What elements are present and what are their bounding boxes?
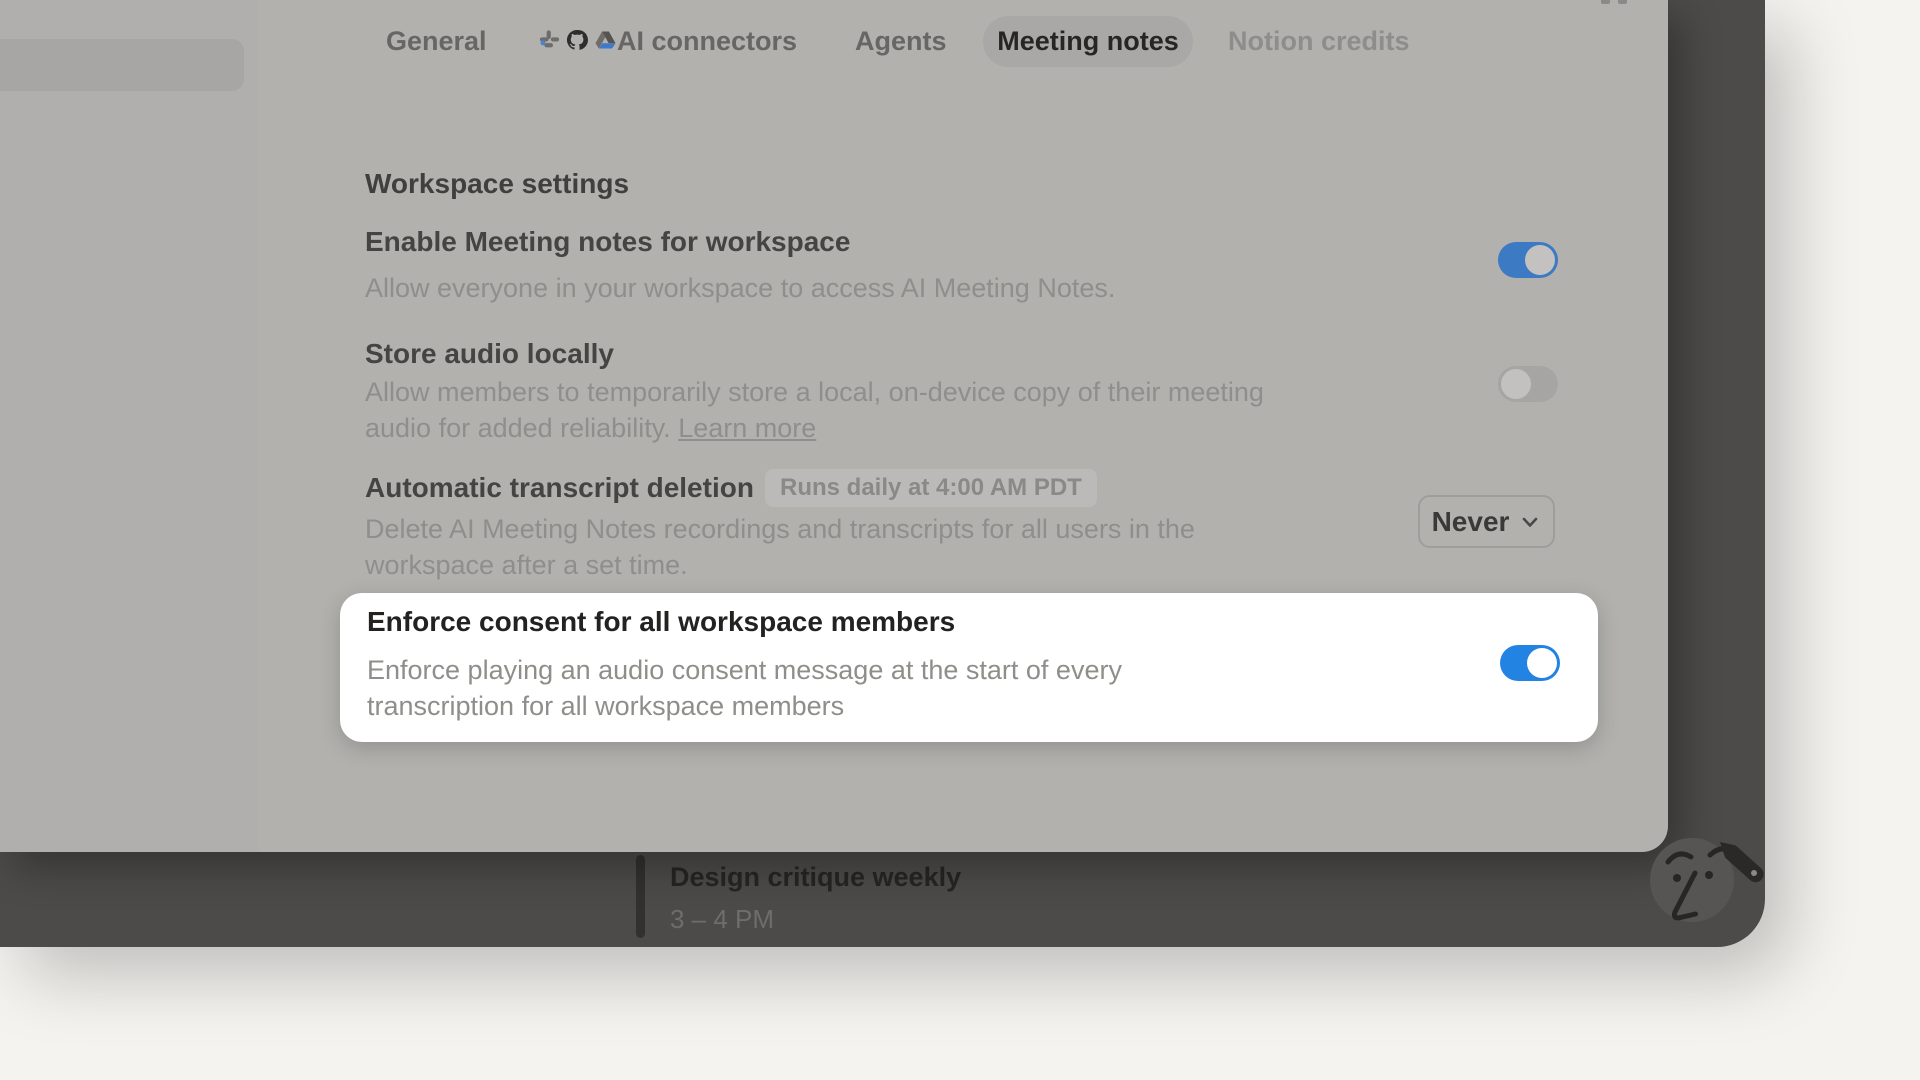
event-accent-bar xyxy=(636,855,645,938)
section-heading: Workspace settings xyxy=(365,168,629,200)
google-drive-icon xyxy=(593,28,618,52)
setting-title-enable-meeting-notes: Enable Meeting notes for workspace xyxy=(365,226,850,258)
ai-connector-icons xyxy=(538,28,618,52)
slack-icon xyxy=(538,28,561,52)
setting-title-automatic-transcript-deletion: Automatic transcript deletion xyxy=(365,472,754,504)
toggle-knob xyxy=(1501,369,1531,399)
toggle-knob xyxy=(1525,245,1555,275)
setting-desc-enforce-consent: Enforce playing an audio consent message… xyxy=(367,652,1137,724)
tab-agents[interactable]: Agents xyxy=(855,16,947,67)
event-title: Design critique weekly xyxy=(670,862,961,893)
notion-app-window: Design critique weekly 3 – 4 PM General xyxy=(0,0,1765,947)
setting-desc-automatic-transcript-deletion: Delete AI Meeting Notes recordings and t… xyxy=(365,511,1210,583)
setting-title-store-audio-locally: Store audio locally xyxy=(365,338,614,370)
clipped-top-icon xyxy=(1601,0,1631,4)
tab-meeting-notes[interactable]: Meeting notes xyxy=(983,16,1193,67)
tab-general[interactable]: General xyxy=(386,16,487,67)
toggle-enforce-consent[interactable] xyxy=(1500,645,1560,681)
toggle-store-audio-locally[interactable] xyxy=(1498,366,1558,402)
learn-more-link[interactable]: Learn more xyxy=(678,413,816,443)
dropdown-value: Never xyxy=(1432,506,1510,538)
tab-ai-connectors[interactable]: AI connectors xyxy=(617,16,797,67)
setting-desc-enable-meeting-notes: Allow everyone in your workspace to acce… xyxy=(365,270,1295,306)
face-pencil-doodle-icon xyxy=(1632,816,1792,936)
setting-title-enforce-consent: Enforce consent for all workspace member… xyxy=(367,606,955,638)
settings-dialog: General xyxy=(0,0,1668,852)
sidebar-selected-item[interactable] xyxy=(0,39,244,91)
event-time: 3 – 4 PM xyxy=(670,904,774,935)
tab-notion-credits[interactable]: Notion credits xyxy=(1228,16,1410,67)
schedule-badge: Runs daily at 4:00 AM PDT xyxy=(765,469,1097,507)
chevron-down-icon xyxy=(1519,511,1541,533)
setting-desc-store-audio-locally: Allow members to temporarily store a loc… xyxy=(365,374,1280,446)
spotlight-card-enforce-consent: Enforce consent for all workspace member… xyxy=(340,593,1598,742)
transcript-deletion-dropdown[interactable]: Never xyxy=(1418,495,1555,548)
settings-sidebar xyxy=(0,0,258,852)
toggle-knob xyxy=(1527,648,1557,678)
toggle-enable-meeting-notes[interactable] xyxy=(1498,242,1558,278)
github-icon xyxy=(565,28,589,52)
desktop-background: Design critique weekly 3 – 4 PM General xyxy=(0,0,1920,1080)
